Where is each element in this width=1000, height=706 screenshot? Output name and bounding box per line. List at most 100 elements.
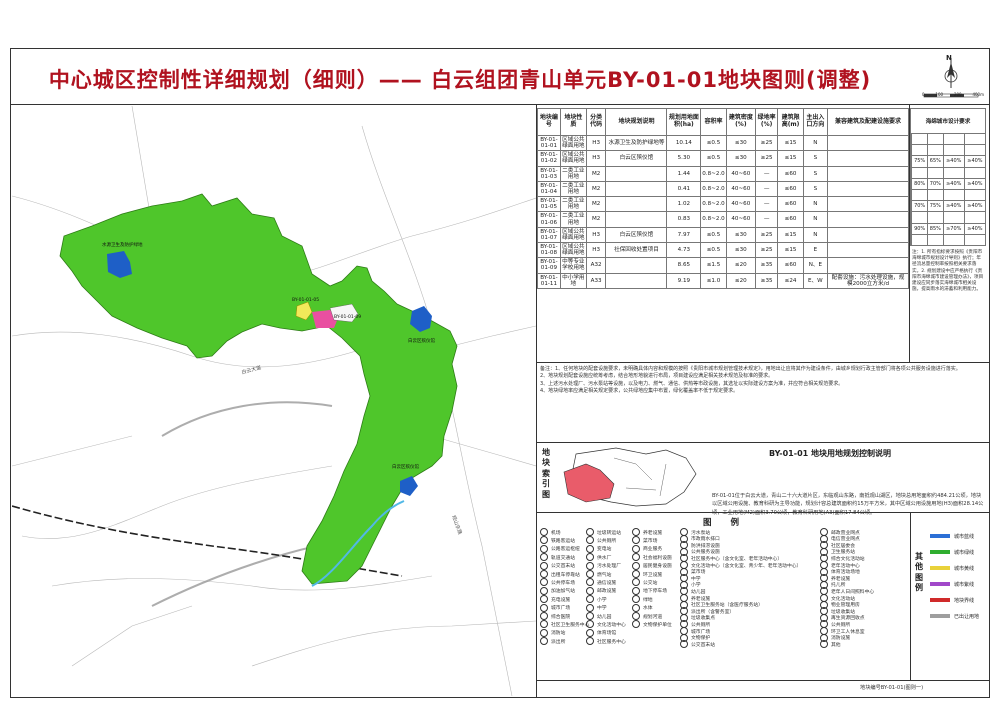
table-cell: 区域公共绿面用地 — [559, 241, 587, 259]
compass-label: N — [946, 54, 952, 62]
table-cell: — — [754, 165, 779, 182]
table-cell: 10.14 — [666, 134, 702, 152]
legend-item: 轨道交通站 — [540, 553, 575, 562]
line-swatch-icon — [930, 582, 950, 586]
table-cell: 社保回收处置项目 — [605, 241, 668, 259]
legend-symbol-icon — [540, 528, 548, 536]
table-cell — [942, 188, 965, 202]
legend-symbol-icon — [540, 595, 548, 604]
table-cell — [942, 166, 965, 179]
col-header: 地块性质 — [559, 108, 587, 136]
table-cell — [827, 134, 909, 152]
table-cell: ≤60 — [777, 165, 804, 182]
table-cell: 0.8~2.0 — [700, 196, 727, 213]
description-title: BY-01-01 地块用地规划控制说明 — [769, 449, 891, 458]
other-legend-item: 城市蓝线 — [930, 528, 986, 544]
sponge-notes: 注：1. 所有指标要求按照《贵阳市海绵城市规划设计导则》执行；年径流总量控制率按… — [912, 250, 984, 293]
legend-item: 社区服务中心 — [586, 637, 626, 646]
legend-label: 轨道交通站 — [551, 555, 575, 561]
table-row: BY-01-01-08 区域公共绿面用地 H3 社保回收处置项目 4.73 ≤0.5 ≤30… — [537, 241, 909, 259]
legend-item: 充电设施 — [540, 595, 570, 604]
legend-label: 地下停车场 — [643, 589, 667, 595]
table-cell — [963, 233, 987, 246]
legend-symbol-icon — [586, 578, 594, 587]
legend-label: 水体 — [643, 606, 653, 612]
legend-label: 综合医院 — [551, 614, 571, 620]
map-label-parcel-pink: BY-01-01-09 — [334, 314, 361, 320]
table-cell: N — [802, 196, 829, 213]
legend-item: 养老设施 — [632, 528, 662, 536]
legend-symbol-icon — [540, 570, 548, 578]
table-cell — [605, 257, 668, 274]
col-header: 兼容建筑及配建设施要求 — [827, 108, 909, 136]
table-cell: ≥35 — [754, 257, 779, 274]
table-row — [909, 211, 987, 224]
legend-label: 规划河道 — [643, 614, 663, 620]
legend-symbol-icon — [680, 640, 688, 649]
table-cell — [926, 144, 944, 157]
legend-item: 水体 — [632, 603, 653, 612]
legend-label: 公交站 — [643, 580, 658, 586]
page-title: 中心城区控制性详细规划（细则）—— 白云组团青山单元BY-01-01地块图则(调… — [48, 68, 872, 92]
table-cell — [926, 132, 944, 146]
table-cell: ≤30 — [725, 241, 756, 259]
table-cell: H3 — [585, 150, 607, 167]
table-row: 75% 65% ≥40% ≥40% — [909, 155, 987, 168]
table-cell: ≤20 — [725, 257, 756, 274]
legend-item: 变电站 — [586, 544, 611, 553]
table-cell: ≥40% — [942, 155, 965, 168]
legend-symbol-icon — [540, 620, 548, 629]
legend-item: 公交首末站 — [680, 640, 715, 649]
land-use-map: 水源卫生及防护绿地 BY-01-01-05 BY-01-01-09 白云区殡仪馆… — [12, 106, 536, 696]
table-cell: H3 — [585, 226, 607, 243]
table-row: BY-01-01-05 二类工业用地 M2 1.02 0.8~2.0 40~60— ≤60 N — [537, 196, 909, 213]
table-cell — [827, 257, 909, 274]
table-row — [909, 188, 987, 202]
table-cell: E、W — [802, 272, 829, 289]
table-cell — [827, 180, 909, 198]
table-cell: ≥35 — [754, 272, 779, 289]
table-cell: 40~60 — [725, 165, 756, 182]
legend-label: 其他 — [831, 642, 841, 648]
table-cell: ≤15 — [777, 226, 804, 243]
table-cell: 70% — [926, 177, 944, 190]
table-cell: 85% — [926, 222, 944, 235]
table-cell: ≥70% — [942, 222, 965, 235]
other-legend-label: 城市绿线 — [954, 549, 975, 556]
note-line: 3、上述污水处理厂、污水泵站等设施，以及电力、燃气、通信、供热等市政设施，其选址… — [540, 380, 844, 387]
legend-item: 污水处理厂 — [586, 561, 621, 570]
legend-label: 通信设施 — [597, 580, 617, 586]
table-cell: A33 — [585, 272, 607, 289]
legend-item: 公交站 — [632, 578, 658, 587]
col-header: 容积率 — [700, 108, 727, 136]
table-cell — [942, 144, 965, 157]
table-cell — [926, 233, 944, 246]
table-cell: 5.30 — [666, 150, 702, 167]
table-cell — [963, 144, 987, 157]
table-cell — [605, 196, 668, 213]
table-row: BY-01-01-06 二类工业用地 M2 0.83 0.8~2.0 40~60— ≤60 N — [537, 211, 909, 228]
table-cell: 中小学用地 — [559, 272, 587, 289]
table-cell: H3 — [585, 241, 607, 259]
table-cell: ≤0.5 — [700, 241, 727, 259]
legend-label: 加油加气站 — [551, 589, 575, 595]
table-cell: — — [754, 211, 779, 228]
legend-label: 文化活动中心（含文化室、青少年、老年活动中心） — [691, 563, 802, 569]
table-cell: ≤0.5 — [700, 226, 727, 243]
legend-label: 养老设施 — [643, 530, 663, 536]
table-cell: S — [802, 165, 829, 182]
legend-label: 文物保护单位 — [643, 622, 672, 628]
table-cell: 中等专业学校用地 — [559, 257, 587, 274]
legend-label: 社区服务中心 — [597, 639, 626, 645]
legend-label: 中学 — [597, 606, 607, 612]
legend-symbol-icon — [540, 561, 548, 570]
line-swatch-icon — [930, 534, 950, 538]
legend-symbol-icon — [632, 544, 640, 553]
legend-label: 邮政设施 — [597, 589, 617, 595]
table-cell — [911, 166, 928, 179]
map-label-road-a: 白云大道 — [241, 364, 262, 376]
table-cell — [911, 144, 928, 157]
legend-label: 小学 — [597, 597, 607, 603]
table-cell: — — [754, 180, 779, 198]
table-cell: 7.97 — [666, 226, 702, 243]
